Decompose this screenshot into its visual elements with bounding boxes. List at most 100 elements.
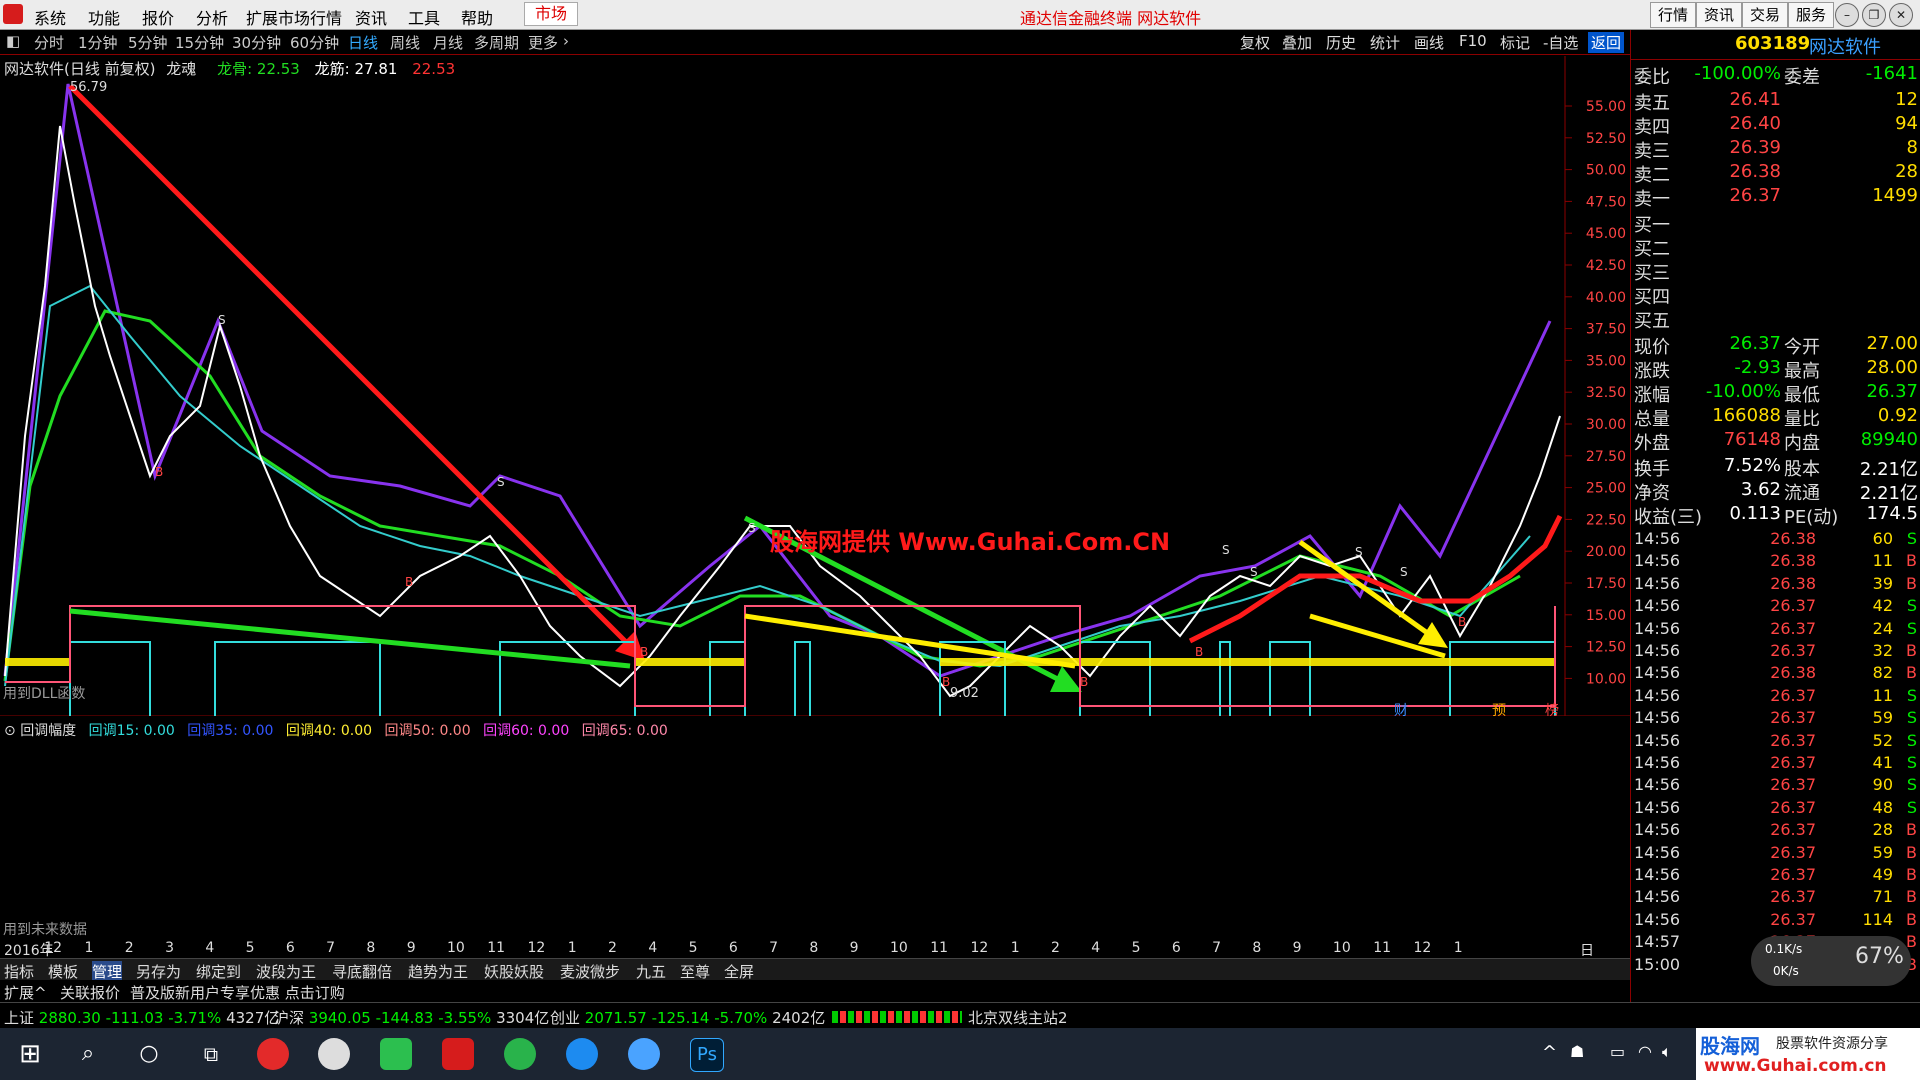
period-more[interactable]: 更多	[528, 32, 558, 53]
net-percent: 67%	[1855, 944, 1904, 969]
server-name[interactable]: 北京双线主站2	[968, 1007, 1068, 1028]
tray-wifi-icon[interactable]: ◠	[1638, 1042, 1652, 1061]
menu-tools[interactable]: 工具	[408, 5, 440, 29]
stock-code: 603189	[1735, 33, 1811, 54]
close-icon[interactable]: ✕	[1889, 3, 1913, 27]
period-multi[interactable]: 多周期	[474, 32, 519, 53]
tray-chevron-icon[interactable]: ^	[1542, 1042, 1557, 1063]
menu-info[interactable]: 资讯	[355, 5, 387, 29]
tray-volume-icon[interactable]: 🔈︎	[1662, 1042, 1672, 1062]
tray-battery-icon[interactable]: ▭	[1610, 1042, 1625, 1061]
qq-browser-icon[interactable]	[566, 1038, 598, 1070]
menu-system[interactable]: 系统	[34, 5, 66, 29]
btn-tongji[interactable]: 统计	[1370, 32, 1400, 53]
menu-function[interactable]: 功能	[88, 5, 120, 29]
kline-chart-area[interactable]: 55.00 52.50 50.00 47.50 45.00 42.50 40.00 37.50…	[0, 56, 1630, 716]
wechat-icon[interactable]	[504, 1038, 536, 1070]
net-down-speed: 0K/s	[1773, 964, 1799, 978]
cortana-icon[interactable]: ○	[133, 1038, 165, 1070]
period-weekly[interactable]: 周线	[390, 32, 420, 53]
period-30min[interactable]: 30分钟	[232, 32, 281, 53]
red-down-arrow	[68, 84, 642, 658]
photoshop-icon[interactable]: Ps	[690, 1038, 724, 1072]
tongdaxin-taskbar-icon[interactable]	[442, 1038, 474, 1070]
indicator-tab[interactable]: 指标	[4, 961, 34, 982]
indicator-tab[interactable]: 妖股妖股	[484, 961, 544, 982]
btn-biaoji[interactable]: 标记	[1500, 32, 1530, 53]
btn-fuquan[interactable]: 复权	[1240, 32, 1270, 53]
extension-tab[interactable]: 普及版新用户专享优惠 点击订购	[130, 982, 345, 1003]
chevron-right-icon[interactable]: ›	[563, 32, 569, 50]
period-daily[interactable]: 日线	[348, 32, 378, 53]
menu-market[interactable]: 市场	[524, 2, 579, 26]
indicator-tab[interactable]: 九五	[636, 961, 666, 982]
btn-jiaoyi[interactable]: 交易	[1742, 2, 1788, 28]
sogou-icon[interactable]	[628, 1038, 660, 1070]
period-fenshi[interactable]: 分时	[34, 32, 64, 53]
btn-fuwu[interactable]: 服务	[1788, 2, 1834, 28]
period-15min[interactable]: 15分钟	[175, 32, 224, 53]
period-5min[interactable]: 5分钟	[128, 32, 168, 53]
sub-indicator-title[interactable]: 回调幅度	[20, 723, 76, 739]
windows-start-icon[interactable]: ⊞	[14, 1038, 46, 1070]
tick-row: 14:56 26.37 90 S	[1631, 775, 1920, 797]
panel-toggle-icon[interactable]: ◧	[6, 32, 20, 50]
btn-lishi[interactable]: 历史	[1326, 32, 1356, 53]
netease-music-icon[interactable]	[257, 1038, 289, 1070]
search-icon[interactable]: ⌕	[72, 1038, 104, 1070]
indicator-tab[interactable]: 模板	[48, 961, 78, 982]
extension-tab[interactable]: 关联报价	[60, 982, 120, 1003]
menu-help[interactable]: 帮助	[461, 5, 493, 29]
btn-fanhui[interactable]: 返回	[1588, 32, 1625, 53]
tick-price: 26.37	[1770, 618, 1816, 638]
indicator-tab[interactable]: 全屏	[724, 961, 754, 982]
indicator-tab[interactable]: 绑定到	[196, 961, 241, 982]
indicator-tab[interactable]: 波段为王	[256, 961, 316, 982]
index-cy[interactable]: 创业 2071.57 -125.14 -5.70% 2402亿	[550, 1007, 825, 1028]
menu-quote[interactable]: 报价	[142, 5, 174, 29]
period-60min[interactable]: 60分钟	[290, 32, 339, 53]
menu-extended-market[interactable]: 扩展市场行情	[246, 5, 342, 29]
period-1min[interactable]: 1分钟	[78, 32, 118, 53]
app-pinwheel-icon[interactable]	[318, 1038, 350, 1070]
media-player-icon[interactable]	[380, 1038, 412, 1070]
date-axis-label: 9	[1292, 940, 1302, 956]
signal-tag-yu[interactable]: 预	[1492, 700, 1506, 720]
date-axis-label: 11	[930, 940, 949, 956]
extension-tab[interactable]: 扩展^	[4, 982, 47, 1003]
chart-indicator-name[interactable]: 龙魂	[166, 60, 196, 78]
quote-stat-value: 89940	[1860, 429, 1918, 450]
kline-chart-svg[interactable]: 55.00 52.50 50.00 47.50 45.00 42.50 40.00 37.50…	[0, 56, 1630, 716]
price-axis-label: 22.50	[1586, 512, 1626, 528]
period-monthly[interactable]: 月线	[433, 32, 463, 53]
btn-zixuan[interactable]: -自选	[1543, 32, 1578, 53]
minimize-icon[interactable]: –	[1835, 3, 1859, 27]
tick-side: S	[1906, 797, 1917, 817]
net-speed-widget[interactable]: 0.1K/s 0K/s 67%	[1751, 936, 1911, 986]
indicator-tab[interactable]: 趋势为王	[408, 961, 468, 982]
buy-marker: B	[405, 575, 413, 589]
indicator-tab[interactable]: 另存为	[136, 961, 181, 982]
btn-f10[interactable]: F10	[1459, 32, 1487, 50]
signal-tag-cai[interactable]: 财	[1394, 700, 1408, 720]
date-axis-label: 4	[648, 940, 658, 956]
index-sz[interactable]: 沪深 3940.05 -144.83 -3.55% 3304亿	[274, 1007, 549, 1028]
restore-icon[interactable]: ❐	[1862, 3, 1886, 27]
btn-hangqing[interactable]: 行情	[1650, 2, 1696, 28]
indicator-tab[interactable]: 寻底翻倍	[332, 961, 392, 982]
app-logo-icon[interactable]	[3, 4, 23, 24]
btn-diejia[interactable]: 叠加	[1282, 32, 1312, 53]
chart-stock-title: 网达软件(日线 前复权)	[4, 60, 156, 78]
task-view-icon[interactable]: ⧉	[195, 1038, 227, 1070]
menu-analysis[interactable]: 分析	[196, 5, 228, 29]
signal-tag-bang[interactable]: 榜	[1545, 700, 1559, 720]
indicator-tab[interactable]: 管理	[92, 961, 123, 982]
indicator-tab[interactable]: 至尊	[680, 961, 710, 982]
price-axis-label: 12.50	[1586, 640, 1626, 656]
sub-collapse-icon[interactable]: ⊙	[4, 723, 16, 739]
tray-network-icon[interactable]: ☗	[1570, 1042, 1584, 1061]
index-sh[interactable]: 上证 2880.30 -111.03 -3.71% 4327亿	[4, 1007, 279, 1028]
btn-huaxian[interactable]: 画线	[1414, 32, 1444, 53]
indicator-tab[interactable]: 麦波微步	[560, 961, 620, 982]
btn-zixun[interactable]: 资讯	[1696, 2, 1742, 28]
